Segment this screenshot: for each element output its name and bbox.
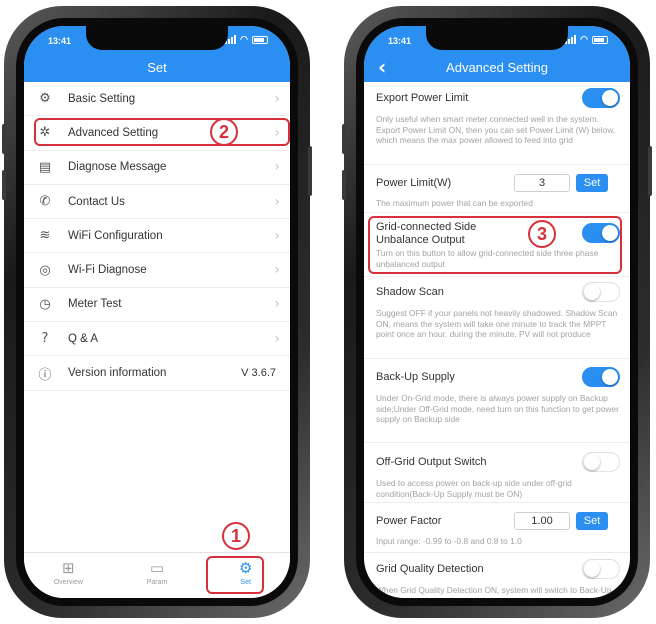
gear-icon: ⚙ — [39, 91, 51, 107]
chevron-right-icon: › — [274, 159, 280, 176]
status-time: 13:41 — [48, 36, 72, 46]
power-factor-input[interactable]: 1.00 — [514, 512, 570, 530]
settings-menu: ⚙ Basic Setting › ✲ Advanced Setting › ▤… — [24, 82, 290, 391]
power-factor-set-button[interactable]: Set — [576, 512, 608, 530]
chevron-right-icon: › — [274, 296, 280, 313]
diagnose-icon: ▤ — [38, 159, 52, 175]
nav-label: Overview — [53, 579, 83, 586]
phone-icon: ✆ — [39, 194, 51, 210]
menu-label: Basic Setting — [68, 92, 136, 105]
phone-bezel: 13:41 ◠ ‹ Advanced Setting Export Power … — [356, 18, 638, 606]
backup-supply-desc: Under On-Grid mode, there is always powe… — [376, 393, 619, 424]
menu-label: Advanced Setting — [68, 126, 159, 139]
export-power-limit-toggle[interactable] — [582, 88, 620, 108]
menu-item-diagnose-message[interactable]: ▤ Diagnose Message › — [24, 151, 290, 185]
nav-label: Param — [146, 579, 168, 586]
off-grid-switch-label: Off-Grid Output Switch — [376, 456, 487, 468]
advanced-settings-list: Export Power Limit Only useful when smar… — [364, 82, 630, 598]
step-badge-3: 3 — [528, 220, 556, 248]
grid-quality-toggle[interactable] — [582, 559, 620, 579]
screen-advanced-setting: 13:41 ◠ ‹ Advanced Setting Export Power … — [364, 26, 630, 598]
menu-item-version-information[interactable]: ⓘ Version information V 3.6.7 — [24, 356, 290, 391]
wifi-diagnose-icon: ◎ — [39, 262, 51, 278]
chevron-right-icon: › — [274, 330, 280, 347]
wifi-icon: ≋ — [39, 228, 51, 244]
shadow-scan-toggle[interactable] — [582, 282, 620, 302]
version-value: V 3.6.7 — [241, 367, 276, 380]
bottom-nav: ⊞ Overview ▭ Param ⚙ Set — [24, 552, 290, 598]
power-limit-desc: The maximum power that can be exported — [376, 198, 533, 208]
export-power-limit-label: Export Power Limit — [376, 92, 469, 104]
wifi-status-icon: ◠ — [580, 34, 588, 44]
nav-set[interactable]: ⚙ Set — [201, 553, 290, 598]
backup-supply-label: Back-Up Supply — [376, 371, 455, 383]
off-grid-switch-desc: Used to access power on back-up side und… — [376, 478, 572, 499]
chevron-right-icon: › — [274, 90, 280, 107]
menu-item-contact-us[interactable]: ✆ Contact Us › — [24, 185, 290, 220]
nav-label: Set — [240, 579, 251, 586]
chevron-right-icon: › — [274, 124, 280, 141]
phone-left: 13:41 ◠ Set ⚙ Basic Setting › ✲ Advanced… — [2, 6, 312, 618]
off-grid-switch-toggle[interactable] — [582, 452, 620, 472]
battery-icon — [252, 35, 268, 44]
battery-icon — [592, 35, 608, 44]
power-factor-label: Power Factor — [376, 515, 442, 527]
power-factor-desc: Input range: -0.99 to -0.8 and 0.8 to 1.… — [376, 536, 522, 546]
grid-quality-label: Grid Quality Detection — [376, 563, 484, 575]
menu-label: Diagnose Message — [68, 161, 167, 174]
notch — [426, 26, 568, 50]
qa-icon: ? — [41, 331, 49, 347]
grid-unbalance-label-line1: Grid-connected Side — [376, 221, 477, 233]
export-power-limit-desc: Only useful when smart meter connected w… — [376, 114, 616, 145]
menu-label: Wi-Fi Diagnose — [68, 264, 147, 277]
nav-overview[interactable]: ⊞ Overview — [24, 553, 113, 598]
notch — [86, 26, 228, 50]
status-time: 13:41 — [388, 36, 412, 46]
settings-icon: ⚙ — [238, 559, 253, 577]
menu-item-basic-setting[interactable]: ⚙ Basic Setting › — [24, 82, 290, 117]
chevron-right-icon: › — [274, 227, 280, 244]
phone-bezel: 13:41 ◠ Set ⚙ Basic Setting › ✲ Advanced… — [16, 18, 298, 606]
step-badge-2: 2 — [210, 118, 238, 146]
chevron-right-icon: › — [274, 193, 280, 210]
phone-right: 13:41 ◠ ‹ Advanced Setting Export Power … — [342, 6, 652, 618]
backup-supply-toggle[interactable] — [582, 367, 620, 387]
grid-unbalance-desc: Turn on this button to allow grid-connec… — [376, 248, 599, 269]
info-icon: ⓘ — [38, 367, 52, 383]
menu-label: WiFi Configuration — [68, 229, 163, 242]
advanced-gear-icon: ✲ — [39, 125, 51, 141]
page-title: Advanced Setting — [446, 60, 548, 75]
power-limit-set-button[interactable]: Set — [576, 174, 608, 192]
chevron-right-icon: › — [274, 262, 280, 279]
menu-item-meter-test[interactable]: ◷ Meter Test › — [24, 288, 290, 323]
power-limit-label: Power Limit(W) — [376, 177, 452, 189]
meter-icon: ◷ — [39, 296, 51, 312]
document-icon: ▭ — [149, 559, 165, 577]
menu-item-advanced-setting[interactable]: ✲ Advanced Setting › — [24, 116, 290, 151]
grid-unbalance-label-line2: Unbalance Output — [376, 234, 465, 246]
nav-param[interactable]: ▭ Param — [113, 553, 202, 598]
step-badge-1: 1 — [222, 522, 250, 550]
page-title: Set — [147, 60, 167, 75]
shadow-scan-label: Shadow Scan — [376, 286, 444, 298]
grid-quality-desc: When Grid Quality Detection ON, system w… — [376, 585, 612, 598]
grid-unbalance-toggle[interactable] — [582, 223, 620, 243]
menu-item-qa[interactable]: ? Q & A › — [24, 322, 290, 357]
menu-label: Meter Test — [68, 298, 122, 311]
grid-icon: ⊞ — [62, 559, 75, 577]
wifi-status-icon: ◠ — [240, 34, 248, 44]
menu-label: Version information — [68, 367, 167, 380]
menu-item-wifi-configuration[interactable]: ≋ WiFi Configuration › — [24, 219, 290, 254]
shadow-scan-desc: Suggest OFF if your panels not heavily s… — [376, 308, 618, 339]
menu-label: Contact Us — [68, 195, 125, 208]
power-limit-input[interactable]: 3 — [514, 174, 570, 192]
screen-set: 13:41 ◠ Set ⚙ Basic Setting › ✲ Advanced… — [24, 26, 290, 598]
menu-label: Q & A — [68, 332, 99, 345]
menu-item-wifi-diagnose[interactable]: ◎ Wi-Fi Diagnose › — [24, 253, 290, 288]
